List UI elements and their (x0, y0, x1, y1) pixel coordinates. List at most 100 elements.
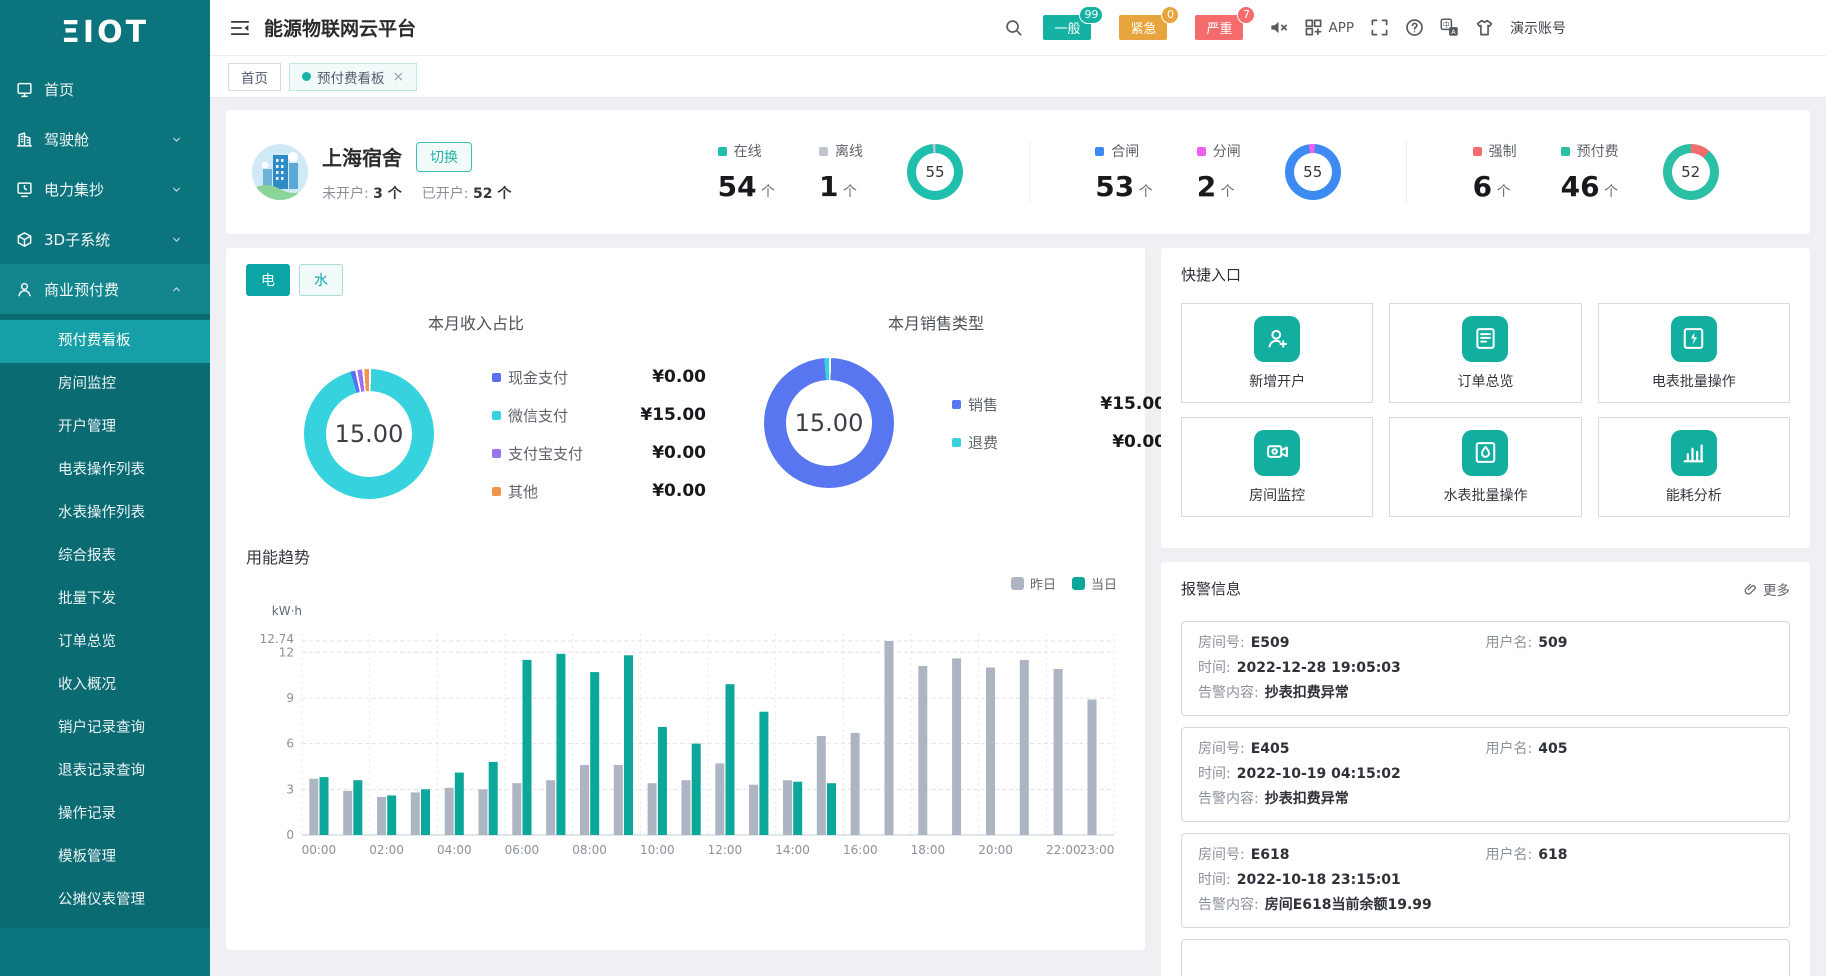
trend-title: 用能趋势 (246, 544, 1125, 568)
pie-section-1: 本月销售类型15.00销售¥15.00退费¥0.00 (706, 300, 1166, 510)
site-counters: 未开户: 3 个已开户: 52 个 (322, 183, 511, 203)
alarms-more-link[interactable]: 更多 (1744, 579, 1790, 599)
sidebar-item-3[interactable]: 3D子系统 (0, 214, 210, 264)
sidebar-subitem-8[interactable]: 收入概况 (0, 664, 210, 707)
alarm-card: 房间号: E405用户名: 405时间: 2022-10-19 04:15:02… (1181, 727, 1790, 822)
trend-legend: 昨日当日 (246, 574, 1117, 593)
sidebar-subitem-1[interactable]: 房间监控 (0, 363, 210, 406)
water-meter-batch-icon (1462, 430, 1508, 476)
alarms-card: 报警信息 更多 房间号: E509用户名: 509时间: 2022-12-28 … (1161, 562, 1810, 976)
sidebar-item-label: 电力集抄 (44, 179, 104, 200)
alarm-badge-critical[interactable]: 严重7 (1195, 15, 1243, 40)
svg-text:6: 6 (286, 737, 294, 751)
status-donut-2: 52 (1663, 144, 1719, 200)
sidebar-item-4[interactable]: 商业预付费 (0, 264, 210, 314)
alarm-card: 房间号: E618用户名: 618时间: 2022-10-18 23:15:01… (1181, 833, 1790, 928)
sidebar-subitem-2[interactable]: 开户管理 (0, 406, 210, 449)
badge-count: 99 (1079, 6, 1103, 24)
legend-row: 现金支付¥0.00 (492, 358, 706, 396)
stat-item: 分闸2 个 (1197, 141, 1241, 203)
svg-text:08:00: 08:00 (572, 843, 607, 857)
energy-tab-1[interactable]: 水 (299, 264, 343, 296)
alarm-badge-normal[interactable]: 一般99 (1043, 15, 1091, 40)
alarm-list: 房间号: E509用户名: 509时间: 2022-12-28 19:05:03… (1181, 621, 1790, 976)
sidebar-subitem-7[interactable]: 订单总览 (0, 621, 210, 664)
menu-collapse-icon[interactable] (230, 19, 250, 37)
sidebar-subitem-3[interactable]: 电表操作列表 (0, 449, 210, 492)
sidebar-subitem-13[interactable]: 公摊仪表管理 (0, 879, 210, 922)
sidebar-item-0[interactable]: 首页 (0, 64, 210, 114)
quick-entries-grid: 新增开户订单总览电表批量操作房间监控水表批量操作能耗分析 (1181, 303, 1790, 517)
quick-entry-3[interactable]: 房间监控 (1181, 417, 1373, 517)
quick-entry-1[interactable]: 订单总览 (1389, 303, 1581, 403)
paperclip-icon (1744, 582, 1758, 596)
pie-charts: 本月收入占比15.00现金支付¥0.00微信支付¥15.00支付宝支付¥0.00… (246, 300, 1125, 510)
app-root: ΞIOT 首页驾驶舱电力集抄3D子系统商业预付费预付费看板房间监控开户管理电表操… (0, 0, 1826, 976)
sidebar-item-1[interactable]: 驾驶舱 (0, 114, 210, 164)
theme-shirt-icon[interactable] (1475, 18, 1494, 37)
site-avatar (252, 144, 308, 200)
overview-group-0: 在线54 个离线1 个55 (652, 141, 1029, 203)
svg-text:02:00: 02:00 (369, 843, 404, 857)
quick-entry-2[interactable]: 电表批量操作 (1598, 303, 1790, 403)
sidebar-subitem-5[interactable]: 综合报表 (0, 535, 210, 578)
alarm-card: 房间号: E509用户名: 509时间: 2022-12-28 19:05:03… (1181, 621, 1790, 716)
tab-tag-1[interactable]: 预付费看板× (289, 63, 417, 91)
quick-entry-4[interactable]: 水表批量操作 (1389, 417, 1581, 517)
svg-text:0: 0 (286, 828, 294, 842)
sidebar-subitem-0[interactable]: 预付费看板 (0, 320, 210, 363)
chevron-down-icon (170, 233, 183, 246)
stat-item: 预付费46 个 (1561, 141, 1619, 203)
alarm-badges: 一般99 紧急0 严重7 (1039, 15, 1253, 40)
svg-text:10:00: 10:00 (640, 843, 675, 857)
close-icon[interactable]: × (393, 69, 405, 85)
trend-legend-item: 当日 (1072, 574, 1117, 593)
sidebar-subitem-11[interactable]: 操作记录 (0, 793, 210, 836)
svg-text:20:00: 20:00 (978, 843, 1013, 857)
content: 上海宿舍 切换 未开户: 3 个已开户: 52 个 在线54 个离线1 个55 合… (210, 98, 1826, 976)
svg-text:23:00: 23:00 (1080, 843, 1115, 857)
overview-group-1: 合闸53 个分闸2 个55 (1030, 141, 1407, 203)
sidebar-subitem-4[interactable]: 水表操作列表 (0, 492, 210, 535)
fullscreen-icon[interactable] (1370, 18, 1389, 37)
home-icon (16, 81, 33, 98)
switch-site-button[interactable]: 切换 (416, 142, 472, 172)
translate-icon[interactable]: 中A (1440, 18, 1459, 37)
svg-text:kW·h: kW·h (272, 604, 302, 618)
pie-section-0: 本月收入占比15.00现金支付¥0.00微信支付¥15.00支付宝支付¥0.00… (246, 300, 706, 510)
quick-entry-5[interactable]: 能耗分析 (1598, 417, 1790, 517)
svg-text:9: 9 (286, 691, 294, 705)
alarms-title: 报警信息 (1181, 578, 1241, 599)
quick-entry-0[interactable]: 新增开户 (1181, 303, 1373, 403)
sidebar-submenu: 预付费看板房间监控开户管理电表操作列表水表操作列表综合报表批量下发订单总览收入概… (0, 314, 210, 928)
mute-icon[interactable] (1269, 18, 1288, 37)
svg-text:06:00: 06:00 (505, 843, 540, 857)
pie-legend: 销售¥15.00退费¥0.00 (952, 385, 1166, 461)
sidebar-item-label: 3D子系统 (44, 229, 110, 250)
tag-bar: 首页预付费看板× (210, 56, 1826, 98)
energy-tab-0[interactable]: 电 (246, 264, 290, 296)
cube-3d-icon (16, 231, 33, 248)
quick-entries-card: 快捷入口 新增开户订单总览电表批量操作房间监控水表批量操作能耗分析 (1161, 248, 1810, 548)
alarm-card-partial (1181, 939, 1790, 976)
stat-item: 合闸53 个 (1095, 141, 1152, 203)
account-name[interactable]: 演示账号 (1510, 18, 1566, 38)
chevron-down-icon (170, 183, 183, 196)
energy-trend-section: 用能趋势 昨日当日 3691212.740kW·h00:0002:0004:00… (246, 544, 1125, 869)
sidebar-subitem-10[interactable]: 退表记录查询 (0, 750, 210, 793)
chevron-up-icon (170, 283, 183, 296)
site-block: 上海宿舍 切换 未开户: 3 个已开户: 52 个 (252, 142, 652, 203)
sidebar-subitem-6[interactable]: 批量下发 (0, 578, 210, 621)
tab-tag-0[interactable]: 首页 (228, 63, 281, 91)
badge-count: 7 (1237, 6, 1255, 24)
status-donut-0: 55 (907, 144, 963, 200)
sidebar-item-2[interactable]: 电力集抄 (0, 164, 210, 214)
sidebar-subitem-9[interactable]: 销户记录查询 (0, 707, 210, 750)
alarm-badge-urgent[interactable]: 紧急0 (1119, 15, 1167, 40)
search-icon[interactable] (1004, 18, 1023, 37)
legend-row: 退费¥0.00 (952, 423, 1166, 461)
sidebar-item-label: 首页 (44, 79, 74, 100)
app-entry[interactable]: APP (1304, 18, 1354, 37)
help-icon[interactable] (1405, 18, 1424, 37)
sidebar-subitem-12[interactable]: 模板管理 (0, 836, 210, 879)
